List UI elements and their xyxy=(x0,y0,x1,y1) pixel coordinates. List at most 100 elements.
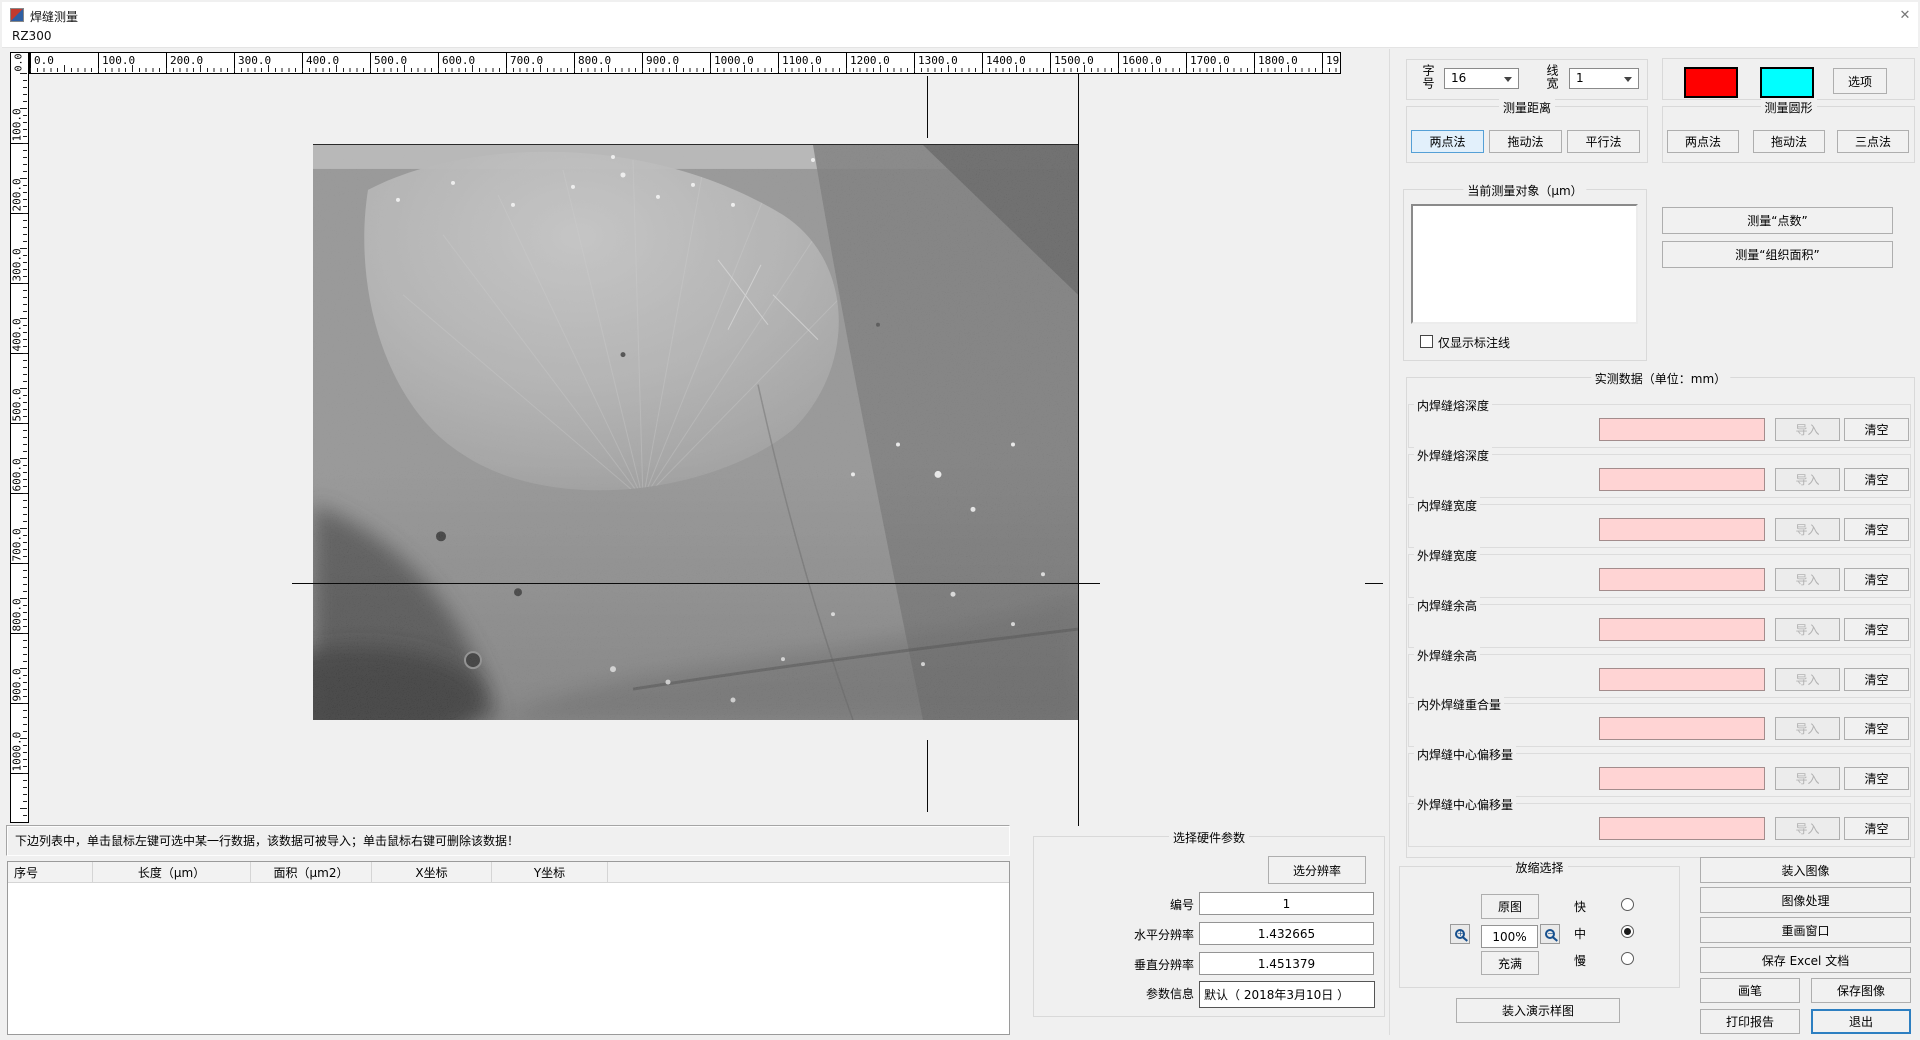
measured-value-field[interactable] xyxy=(1599,618,1765,641)
ruler-major-tick xyxy=(574,53,575,73)
ruler-tick-label: 900.0 xyxy=(11,658,24,702)
clear-button[interactable]: 清空 xyxy=(1844,717,1909,740)
ruler-tick-label: 1600.0 xyxy=(1122,54,1162,67)
clear-button[interactable]: 清空 xyxy=(1844,767,1909,790)
select-resolution-button[interactable]: 选分辨率 xyxy=(1268,856,1366,884)
ruler-tick-label: 1700.0 xyxy=(1190,54,1230,67)
clear-button[interactable]: 清空 xyxy=(1844,668,1909,691)
measured-row: 内焊缝熔深度导入清空 xyxy=(1408,404,1911,448)
hardware-field-value[interactable]: 1.451379 xyxy=(1199,952,1374,975)
ruler-major-tick xyxy=(11,563,29,564)
weld-photo-canvas[interactable] xyxy=(313,144,1078,720)
measured-value-field[interactable] xyxy=(1599,518,1765,541)
ruler-tick-label: 300.0 xyxy=(238,54,271,67)
measure-circle-title: 测量圆形 xyxy=(1760,99,1816,116)
hardware-field-value[interactable]: 默认（ 2018年3月10日 ） xyxy=(1199,981,1375,1008)
show-annotation-only-checkbox[interactable] xyxy=(1420,335,1433,348)
measured-data-group: 实测数据（单位：mm） 内焊缝熔深度导入清空外焊缝熔深度导入清空内焊缝宽度导入清… xyxy=(1406,377,1915,858)
ruler-major-tick xyxy=(506,53,507,73)
measure-circle-group: 测量圆形 两点法拖动法三点法 xyxy=(1662,106,1915,163)
measured-value-field[interactable] xyxy=(1599,568,1765,591)
import-button[interactable]: 导入 xyxy=(1775,418,1840,441)
ruler-tick-label: 1300.0 xyxy=(918,54,958,67)
action-button-3[interactable]: 重画窗口 xyxy=(1700,917,1911,943)
load-demo-image-button[interactable]: 装入演示样图 xyxy=(1456,998,1620,1023)
hardware-field-value[interactable]: 1.432665 xyxy=(1199,922,1374,945)
table-header-3[interactable]: 面积（μm2） xyxy=(251,862,372,883)
measured-value-field[interactable] xyxy=(1599,817,1765,840)
clear-button[interactable]: 清空 xyxy=(1844,568,1909,591)
clear-button[interactable]: 清空 xyxy=(1844,817,1909,840)
import-button[interactable]: 导入 xyxy=(1775,767,1840,790)
action-button-2[interactable]: 图像处理 xyxy=(1700,887,1911,913)
ruler-tick-label: 300.0 xyxy=(11,238,24,282)
speed-radio-1[interactable] xyxy=(1621,898,1634,911)
action-button-small-2[interactable]: 保存图像 xyxy=(1811,978,1911,1003)
zoom-out-button[interactable]: − xyxy=(1540,924,1560,944)
zoom-percent-field[interactable]: 100% xyxy=(1481,925,1538,948)
ruler-major-tick xyxy=(1322,53,1323,73)
measured-value-field[interactable] xyxy=(1599,418,1765,441)
import-button[interactable]: 导入 xyxy=(1775,568,1840,591)
ruler-tick-label: 600.0 xyxy=(11,448,24,492)
action-button-4[interactable]: 保存 Excel 文档 xyxy=(1700,947,1911,973)
table-header-empty xyxy=(608,862,890,883)
measure-circle-1-button[interactable]: 两点法 xyxy=(1667,130,1739,153)
measure-distance-2-button[interactable]: 拖动法 xyxy=(1489,130,1562,153)
table-header-4[interactable]: X坐标 xyxy=(372,862,492,883)
clear-button[interactable]: 清空 xyxy=(1844,618,1909,641)
ruler-tick-label: 900.0 xyxy=(646,54,679,67)
hardware-field-label: 参数信息 xyxy=(1064,985,1194,1002)
clear-button[interactable]: 清空 xyxy=(1844,468,1909,491)
ruler-tick-label: 100.0 xyxy=(102,54,135,67)
measured-value-field[interactable] xyxy=(1599,717,1765,740)
table-header-1[interactable]: 序号 xyxy=(8,862,93,883)
measured-row: 内焊缝余高导入清空 xyxy=(1408,604,1911,648)
measured-row-label: 外焊缝余高 xyxy=(1414,647,1480,664)
table-header-2[interactable]: 长度（μm） xyxy=(93,862,251,883)
import-button[interactable]: 导入 xyxy=(1775,618,1840,641)
import-button[interactable]: 导入 xyxy=(1775,518,1840,541)
color-swatch-2[interactable] xyxy=(1760,67,1814,98)
import-button[interactable]: 导入 xyxy=(1775,717,1840,740)
action-button-small-1[interactable]: 画笔 xyxy=(1700,978,1800,1003)
fill-button[interactable]: 充满 xyxy=(1481,951,1539,975)
line-width-dropdown[interactable]: 1 xyxy=(1569,68,1639,89)
table-header-5[interactable]: Y坐标 xyxy=(492,862,608,883)
measured-value-field[interactable] xyxy=(1599,767,1765,790)
import-button[interactable]: 导入 xyxy=(1775,468,1840,491)
zoom-in-button[interactable]: + xyxy=(1450,924,1470,944)
measure-distance-1-button[interactable]: 两点法 xyxy=(1411,130,1484,153)
action-button-1[interactable]: 装入图像 xyxy=(1700,857,1911,883)
measured-row: 外焊缝余高导入清空 xyxy=(1408,654,1911,698)
close-icon[interactable]: ✕ xyxy=(1896,6,1914,24)
measure-distance-3-button[interactable]: 平行法 xyxy=(1567,130,1640,153)
hardware-field-value[interactable]: 1 xyxy=(1199,892,1374,915)
ruler-tick-label: 500.0 xyxy=(11,378,24,422)
action-button-exit[interactable]: 退出 xyxy=(1811,1009,1911,1034)
ruler-major-tick xyxy=(11,493,29,494)
measure-points-button[interactable]: 测量“点数” xyxy=(1662,207,1893,234)
measured-value-field[interactable] xyxy=(1599,468,1765,491)
crosshair-horizontal-line xyxy=(292,583,1100,584)
measure-circle-2-button[interactable]: 拖动法 xyxy=(1753,130,1825,153)
color-swatch-1[interactable] xyxy=(1684,67,1738,98)
speed-radio-2[interactable] xyxy=(1621,925,1634,938)
import-button[interactable]: 导入 xyxy=(1775,817,1840,840)
action-button-small-3[interactable]: 打印报告 xyxy=(1700,1009,1800,1034)
measured-value-field[interactable] xyxy=(1599,668,1765,691)
measure-circle-3-button[interactable]: 三点法 xyxy=(1837,130,1909,153)
clear-button[interactable]: 清空 xyxy=(1844,518,1909,541)
clear-button[interactable]: 清空 xyxy=(1844,418,1909,441)
import-button[interactable]: 导入 xyxy=(1775,668,1840,691)
results-table[interactable]: 序号长度（μm）面积（μm2）X坐标Y坐标 xyxy=(7,861,1010,1035)
font-size-dropdown[interactable]: 16 xyxy=(1444,68,1519,89)
measure-area-button[interactable]: 测量“组织面积” xyxy=(1662,241,1893,268)
hardware-field-label: 水平分辨率 xyxy=(1064,926,1194,943)
current-object-group: 当前测量对象（μm） 仅显示标注线 xyxy=(1403,189,1647,361)
menu-item-rz300[interactable]: RZ300 xyxy=(12,29,51,43)
original-size-button[interactable]: 原图 xyxy=(1481,894,1539,919)
current-object-listbox[interactable] xyxy=(1411,204,1638,324)
speed-radio-3[interactable] xyxy=(1621,952,1634,965)
options-button[interactable]: 选项 xyxy=(1833,68,1887,94)
